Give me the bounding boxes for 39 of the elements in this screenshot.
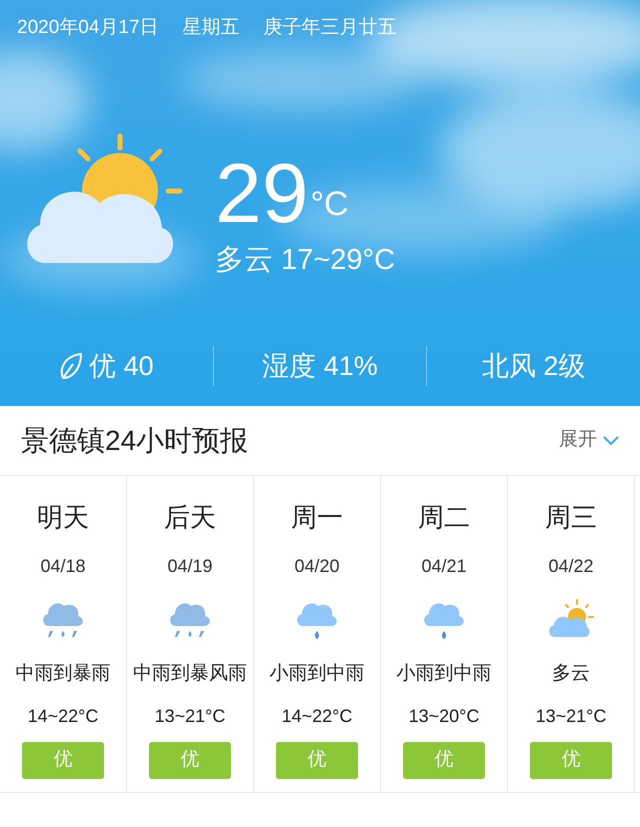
leaf-icon (59, 352, 84, 380)
day-date: 04/20 (294, 555, 340, 578)
sun-cloud-icon (547, 599, 595, 639)
day-name: 周三 (545, 501, 597, 534)
current-temperature: 29 (215, 144, 308, 242)
day-name: 明天 (37, 501, 89, 534)
chevron-down-icon (603, 436, 619, 446)
air-quality-badge: 优 (403, 742, 485, 778)
day-name: 周二 (418, 501, 470, 534)
lunar-date-text: 庚子年三月廿五 (264, 16, 397, 40)
expand-button[interactable]: 展开 (559, 426, 619, 455)
temperature-unit: °C (310, 184, 349, 224)
stat-text: 北风 2级 (482, 350, 586, 383)
condition-text: 中雨到暴风雨 (133, 662, 247, 686)
day-date: 04/18 (40, 555, 86, 578)
temperature-range: 13~21°C (154, 704, 226, 728)
condition-text: 多云 (552, 662, 590, 686)
condition-text: 小雨到中雨 (270, 662, 364, 686)
temperature-range: 13~20°C (408, 704, 480, 728)
stat-text: 湿度 41% (262, 350, 378, 383)
day-name: 后天 (164, 501, 216, 534)
condition-text: 小雨到中雨 (396, 662, 492, 686)
forecast-title: 景德镇24小时预报 (21, 424, 248, 458)
temperature-range: 14~22°C (282, 704, 352, 728)
date-text: 2020年04月17日 (17, 16, 159, 40)
condition-text: 中雨到暴雨 (16, 662, 110, 686)
weekday-text: 星期五 (182, 16, 240, 40)
day-name: 周一 (291, 501, 343, 534)
air-quality-badge: 优 (530, 742, 612, 778)
day-date: 04/22 (548, 555, 594, 578)
temperature-range: 14~22°C (28, 704, 98, 728)
stat-text: 优 40 (89, 350, 154, 383)
weather-summary: 多云 17~29°C (215, 243, 396, 278)
day-date: 04/19 (167, 555, 213, 578)
air-quality-badge: 优 (276, 742, 358, 778)
air-quality-badge: 优 (149, 742, 231, 778)
day-date: 04/21 (421, 555, 467, 578)
temperature-range: 13~21°C (536, 704, 606, 728)
air-quality-badge: 优 (22, 742, 104, 778)
